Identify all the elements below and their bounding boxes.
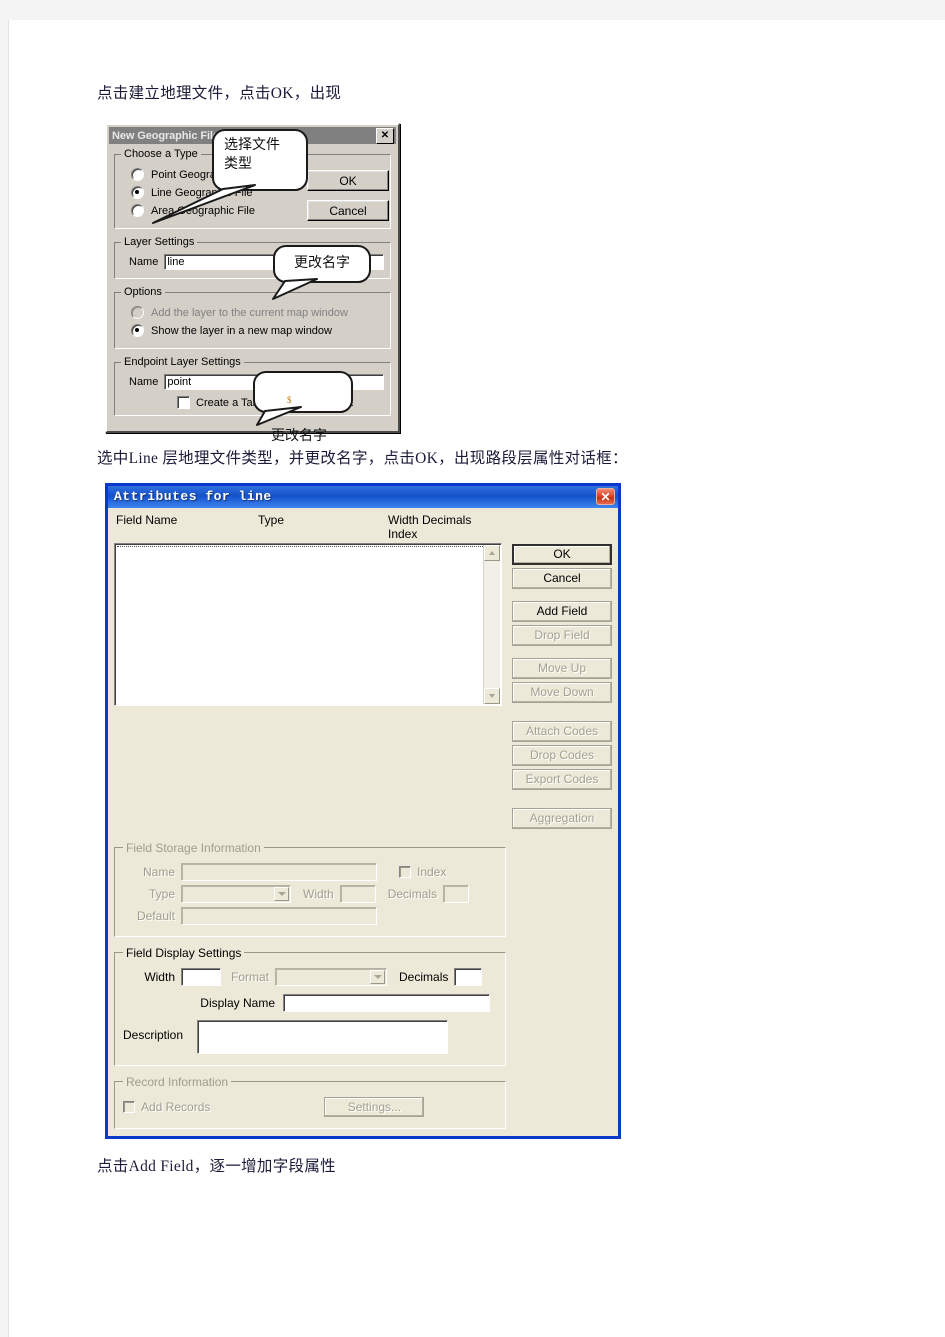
move-down-button: Move Down	[512, 681, 612, 703]
paragraph-intro: 点击建立地理文件，点击OK，出现	[97, 85, 342, 102]
drop-codes-button: Drop Codes	[512, 744, 612, 766]
storage-width-input	[339, 884, 376, 903]
index-label: Index	[417, 864, 447, 879]
paragraph-select-line: 选中Line 层地理文件类型，并更改名字，点击OK，出现路段层属性对话框：	[97, 450, 628, 468]
storage-default-input	[181, 906, 377, 925]
dialog2-button-column: OK Cancel Add Field Drop Field Move Up M…	[512, 543, 612, 832]
scroll-up-icon[interactable]	[484, 544, 500, 561]
field-list-box[interactable]	[114, 542, 502, 706]
list-and-buttons-area: OK Cancel Add Field Drop Field Move Up M…	[114, 542, 612, 832]
storage-type-row: Type Width Decimals	[123, 884, 497, 903]
attributes-for-line-dialog: Attributes for line ✕ Field Name Type Wi…	[105, 482, 621, 1139]
dialog2-body: Field Name Type Width Decimals Index OK …	[108, 508, 618, 1136]
callout-tails	[152, 184, 318, 427]
record-information-group: Record Information Add Records Settings.…	[114, 1074, 506, 1129]
display-name-row: Display Name	[123, 993, 497, 1012]
description-row: Description	[123, 1019, 497, 1054]
storage-type-dropdown	[181, 884, 291, 903]
display-name-input[interactable]	[283, 993, 490, 1012]
field-display-legend: Field Display Settings	[126, 945, 242, 960]
export-codes-button: Export Codes	[512, 768, 612, 790]
cancel-button[interactable]: Cancel	[512, 567, 612, 589]
paragraph-add-field: 点击Add Field，逐一增加字段属性	[97, 1157, 336, 1175]
storage-decimals-label: Decimals	[387, 886, 438, 901]
storage-name-row: Name Index	[123, 862, 497, 881]
index-checkbox-icon	[399, 865, 411, 878]
aggregation-button: Aggregation	[512, 807, 612, 829]
field-storage-legend: Field Storage Information	[126, 840, 261, 855]
list-focus-indicator	[117, 545, 483, 549]
list-column-headers: Field Name Type Width Decimals Index	[114, 512, 501, 543]
storage-width-label: Width	[303, 886, 334, 901]
storage-name-input	[181, 862, 377, 881]
record-row: Add Records Settings...	[123, 1096, 497, 1117]
display-width-input[interactable]	[181, 967, 221, 986]
storage-default-label: Default	[136, 908, 175, 923]
display-width-label: Width	[144, 969, 175, 984]
display-width-row: Width Format Decimals	[123, 967, 497, 986]
chevron-down-icon	[274, 886, 289, 901]
chevron-down-icon	[370, 969, 386, 984]
storage-name-label: Name	[142, 864, 175, 879]
attach-codes-button: Attach Codes	[512, 720, 612, 742]
add-records-label: Add Records	[141, 1099, 211, 1114]
list-vertical-scrollbar[interactable]	[483, 544, 500, 704]
settings-button: Settings...	[324, 1096, 425, 1117]
display-format-label: Format	[231, 969, 270, 984]
document-content: 点击建立地理文件，点击OK，出现 New Geographic File ✕ C…	[97, 82, 917, 1178]
display-format-dropdown	[275, 967, 388, 986]
display-decimals-label: Decimals	[399, 969, 449, 984]
description-label: Description	[123, 1027, 184, 1042]
display-decimals-input[interactable]	[454, 967, 483, 986]
column-header-type: Type	[258, 512, 285, 527]
scroll-down-icon[interactable]	[484, 687, 500, 704]
description-input[interactable]	[197, 1019, 448, 1054]
new-geographic-file-dialog-wrapper: New Geographic File ✕ Choose a Type Poin…	[105, 123, 402, 444]
storage-type-label: Type	[148, 886, 175, 901]
move-up-button: Move Up	[512, 657, 612, 679]
field-storage-information-group: Field Storage Information Name Index Typ…	[114, 840, 506, 937]
storage-default-row: Default	[123, 906, 497, 925]
field-display-settings-group: Field Display Settings Width Format Deci…	[114, 945, 506, 1066]
ok-button[interactable]: OK	[512, 543, 612, 565]
drop-field-button: Drop Field	[512, 624, 612, 646]
dialog2-title: Attributes for line	[114, 489, 272, 504]
record-information-legend: Record Information	[126, 1074, 229, 1089]
document-page: 点击建立地理文件，点击OK，出现 New Geographic File ✕ C…	[8, 20, 945, 1337]
storage-decimals-input	[443, 884, 470, 903]
attributes-dialog-wrapper: Attributes for line ✕ Field Name Type Wi…	[105, 482, 917, 1139]
display-name-label: Display Name	[200, 995, 275, 1010]
dialog2-titlebar: Attributes for line ✕	[108, 485, 618, 508]
add-field-button[interactable]: Add Field	[512, 600, 612, 622]
column-header-width-decimals-index: Width Decimals Index	[388, 512, 472, 541]
close-icon[interactable]: ✕	[596, 488, 615, 505]
add-records-checkbox-icon	[123, 1100, 135, 1113]
column-header-field-name: Field Name	[116, 512, 178, 527]
